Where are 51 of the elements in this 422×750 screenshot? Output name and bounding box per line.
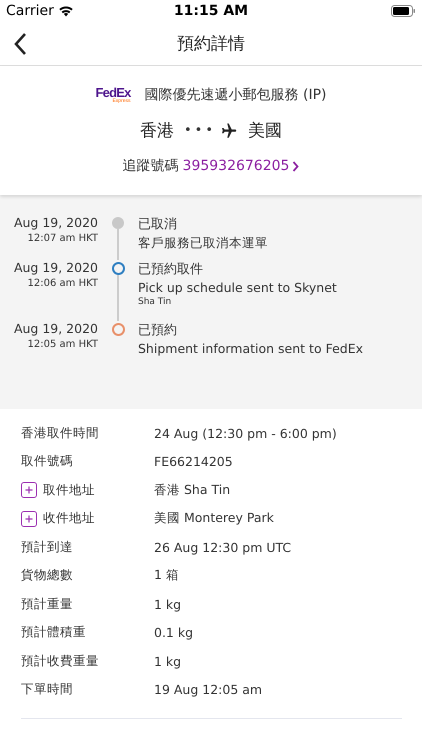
destination-label: 美國 — [248, 120, 282, 142]
detail-value: 1 kg — [154, 654, 182, 669]
event-description: Shipment information sent to FedEx — [138, 341, 364, 356]
battery-icon — [391, 5, 416, 17]
event-date: Aug 19, 2020 — [14, 260, 98, 275]
page-title: 預約詳情 — [177, 33, 245, 55]
detail-label: 下單時間 — [21, 681, 73, 698]
event-time: 12:07 am HKT — [28, 233, 98, 244]
detail-value: 美國 Monterey Park — [154, 510, 275, 528]
detail-label: 預計收費重量 — [21, 652, 99, 670]
detail-value: 26 Aug 12:30 pm UTC — [154, 540, 292, 555]
detail-value: 1 箱 — [154, 567, 180, 584]
event-status: 已預約 — [138, 322, 178, 339]
detail-label: 預計到達 — [21, 538, 73, 556]
detail-label: 香港取件時間 — [21, 424, 99, 442]
event-time: 12:06 am HKT — [28, 278, 98, 289]
plus-icon — [25, 486, 33, 494]
detail-label: 取件地址 — [43, 482, 95, 499]
detail-label: 貨物總數 — [21, 567, 73, 584]
detail-label: 預計重量 — [21, 596, 73, 613]
detail-value: 24 Aug (12:30 pm - 6:00 pm) — [154, 426, 338, 441]
carrier-name: Carrier — [6, 3, 54, 19]
detail-label: 預計體積重 — [21, 624, 86, 642]
detail-value: 1 kg — [154, 596, 182, 612]
detail-value: FE66214205 — [154, 454, 234, 470]
event-status: 已預約取件 — [138, 261, 204, 278]
detail-label: 收件地址 — [43, 510, 95, 528]
carrier-logo: FedEx — [96, 86, 131, 99]
event-date: Aug 19, 2020 — [14, 215, 98, 230]
event-location: Sha Tin — [138, 297, 172, 307]
chevron-right-icon — [292, 160, 300, 172]
expand-button[interactable] — [21, 510, 37, 527]
event-status: 已取消 — [138, 216, 178, 233]
detail-value: 香港 Sha Tin — [154, 482, 232, 499]
service-name: 國際優先速遞小郵包服務 (IP) — [144, 86, 326, 104]
back-chevron-icon — [13, 32, 27, 56]
tracking-number-link[interactable]: 395932676205 — [182, 158, 300, 174]
status-time: 11:15 AM — [174, 3, 248, 19]
expand-button[interactable] — [21, 482, 37, 498]
wifi-icon — [58, 5, 74, 17]
event-time: 12:05 am HKT — [28, 339, 98, 350]
detail-value: 19 Aug 12:05 am — [154, 682, 264, 698]
plus-icon — [25, 514, 33, 523]
detail-label: 取件號碼 — [21, 453, 73, 470]
tracking-label: 追蹤號碼 — [122, 157, 179, 175]
route-dots: ••• — [184, 123, 216, 138]
event-date: Aug 19, 2020 — [14, 321, 98, 336]
origin-label: 香港 — [140, 120, 174, 142]
event-description: Pick up schedule sent to Skynet — [138, 280, 338, 295]
detail-value: 0.1 kg — [154, 625, 194, 640]
event-description: 客戶服務已取消本運單 — [138, 235, 269, 252]
